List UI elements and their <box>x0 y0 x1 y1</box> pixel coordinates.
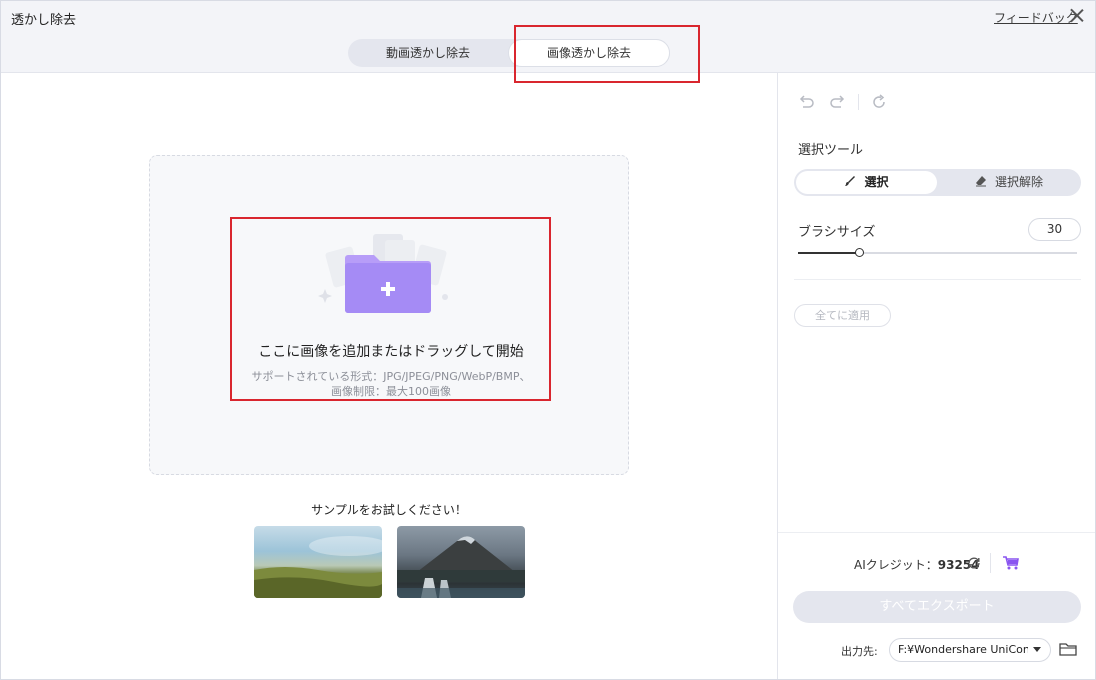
toolbar-divider <box>858 94 859 110</box>
ai-credit-label: AIクレジット： <box>854 558 938 572</box>
output-location-select[interactable]: F:¥Wondershare UniCon <box>889 638 1051 662</box>
image-limit-text: 画像制限：最大100画像 <box>331 385 451 398</box>
reset-icon[interactable] <box>870 93 888 111</box>
export-all-button[interactable]: すべてエクスポート <box>793 591 1081 623</box>
tab-image-watermark[interactable]: 画像透かし除去 <box>508 39 670 67</box>
drop-zone-title: ここに画像を追加またはドラッグして開始 <box>258 344 524 360</box>
brush-size-slider-fill <box>798 252 860 254</box>
sample-thumbnail-mountain[interactable] <box>397 526 525 598</box>
deselect-button[interactable]: 選択解除 <box>939 171 1079 194</box>
folder-icon[interactable] <box>1059 641 1077 657</box>
landscape-image <box>254 536 382 598</box>
cart-icon[interactable] <box>1002 555 1020 571</box>
feedback-link[interactable]: フィードバック <box>994 9 1078 26</box>
supported-formats-text: サポートされている形式：JPG/JPEG/PNG/WebP/BMP、 <box>251 370 531 383</box>
brush-size-label: ブラシサイズ <box>798 225 876 240</box>
sample-thumbnail-landscape[interactable] <box>254 526 382 598</box>
mountain-image <box>397 536 525 598</box>
app-title: 透かし除去 <box>11 13 77 28</box>
close-icon[interactable] <box>1069 7 1085 23</box>
deselect-button-label: 選択解除 <box>994 175 1043 189</box>
redo-icon[interactable] <box>829 93 847 111</box>
output-location-label: 出力先: <box>841 645 878 658</box>
ai-credit: AIクレジット：93254 <box>854 556 980 573</box>
tools-panel <box>777 73 1095 679</box>
select-button-label: 選択 <box>864 175 889 189</box>
add-folder-illustration <box>318 234 448 313</box>
select-tool-label: 選択ツール <box>798 143 864 158</box>
eraser-icon <box>975 176 986 187</box>
brush-size-slider[interactable] <box>798 252 1077 254</box>
samples-title: サンプルをお試しください！ <box>311 503 467 517</box>
chevron-down-icon <box>1033 647 1041 652</box>
brush-icon <box>845 176 856 186</box>
select-mode-toggle: 選択 選択解除 <box>794 169 1081 196</box>
app-window: 透かし除去 フィードバック 動画透かし除去 画像透かし除去 ここに画像を追加また… <box>0 0 1096 680</box>
refresh-icon[interactable] <box>966 555 982 571</box>
brush-size-input[interactable]: 30 <box>1028 218 1081 241</box>
credit-divider <box>990 553 991 573</box>
apply-all-button[interactable]: 全てに適用 <box>794 304 891 327</box>
panel-divider <box>794 279 1081 280</box>
undo-icon[interactable] <box>797 93 815 111</box>
output-location-value: F:¥Wondershare UniCon <box>898 643 1028 656</box>
brush-size-slider-handle[interactable] <box>855 248 864 257</box>
panel-bottom-divider <box>778 532 1095 533</box>
select-button[interactable]: 選択 <box>796 171 937 194</box>
tab-video-watermark[interactable]: 動画透かし除去 <box>348 39 508 67</box>
mode-tabs: 動画透かし除去 画像透かし除去 <box>348 39 670 67</box>
